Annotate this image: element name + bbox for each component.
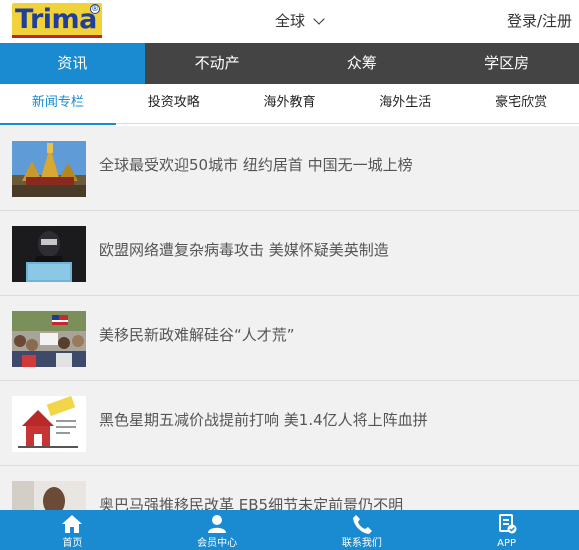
top-header: Trima ® 全球 登录/注册 [0,0,579,43]
bottom-nav-bar: 首页 会员中心 联系我们 APP [0,510,579,550]
nav-home[interactable]: 首页 [0,510,145,550]
home-icon [62,515,83,533]
chevron-down-icon [313,13,325,25]
nav-member-label: 会员中心 [197,538,238,549]
list-item[interactable]: 黑色星期五减价战提前打响 美1.4亿人将上阵血拼 [0,381,579,466]
sub-tab-bar: 新闻专栏 投资攻略 海外教育 海外生活 豪宅欣赏 [0,84,579,125]
subtab-overseas-life[interactable]: 海外生活 [347,84,463,124]
login-register-link[interactable]: 登录/注册 [507,11,572,31]
logo-text: Trima [15,4,97,35]
list-item[interactable]: 全球最受欢迎50城市 纽约居首 中国无一城上榜 [0,126,579,211]
registered-mark: ® [90,4,100,14]
news-title[interactable]: 欧盟网络遭复杂病毒攻击 美媒怀疑美英制造 [99,240,389,260]
logo-stripe [12,35,102,38]
list-item[interactable]: 奥巴马强推移民改革 EB5细节未定前景仍不明 [0,466,579,510]
subtab-news-column[interactable]: 新闻专栏 [0,84,116,125]
tab-school-district[interactable]: 学区房 [434,43,579,84]
tab-crowdfunding[interactable]: 众筹 [290,43,435,84]
news-title[interactable]: 奥巴马强推移民改革 EB5细节未定前景仍不明 [99,495,403,510]
trima-logo[interactable]: Trima ® [12,3,102,38]
app-icon [498,514,517,534]
nav-app-label: APP [497,538,517,549]
nav-contact-us[interactable]: 联系我们 [290,510,435,550]
news-title[interactable]: 全球最受欢迎50城市 纽约居首 中国无一城上榜 [99,155,413,175]
subtab-luxury-homes[interactable]: 豪宅欣赏 [463,84,579,124]
tab-news[interactable]: 资讯 [0,43,145,84]
news-title[interactable]: 美移民新政难解硅谷“人才荒” [99,325,295,345]
news-list: 全球最受欢迎50城市 纽约居首 中国无一城上榜 欧盟网络遭复杂病毒攻击 美媒怀疑… [0,126,579,510]
hacker-thumbnail[interactable] [12,226,86,282]
subtab-investment-guide[interactable]: 投资攻略 [116,84,232,124]
list-item[interactable]: 美移民新政难解硅谷“人才荒” [0,296,579,381]
user-icon [208,515,227,533]
nav-app[interactable]: APP [434,510,579,550]
obama-thumbnail[interactable] [12,481,86,510]
nav-contact-label: 联系我们 [341,538,382,549]
protest-thumbnail[interactable] [12,311,86,367]
main-tab-bar: 资讯 不动产 众筹 学区房 [0,43,579,84]
nav-member-center[interactable]: 会员中心 [145,510,290,550]
house-sale-thumbnail[interactable] [12,396,86,452]
phone-icon [352,515,372,534]
subtab-overseas-education[interactable]: 海外教育 [232,84,348,124]
temple-thumbnail[interactable] [12,141,86,197]
list-item[interactable]: 欧盟网络遭复杂病毒攻击 美媒怀疑美英制造 [0,211,579,296]
region-selector[interactable]: 全球 [275,11,325,31]
news-title[interactable]: 黑色星期五减价战提前打响 美1.4亿人将上阵血拼 [99,410,428,430]
nav-home-label: 首页 [62,538,83,549]
tab-real-estate[interactable]: 不动产 [145,43,290,84]
region-label: 全球 [275,12,306,30]
